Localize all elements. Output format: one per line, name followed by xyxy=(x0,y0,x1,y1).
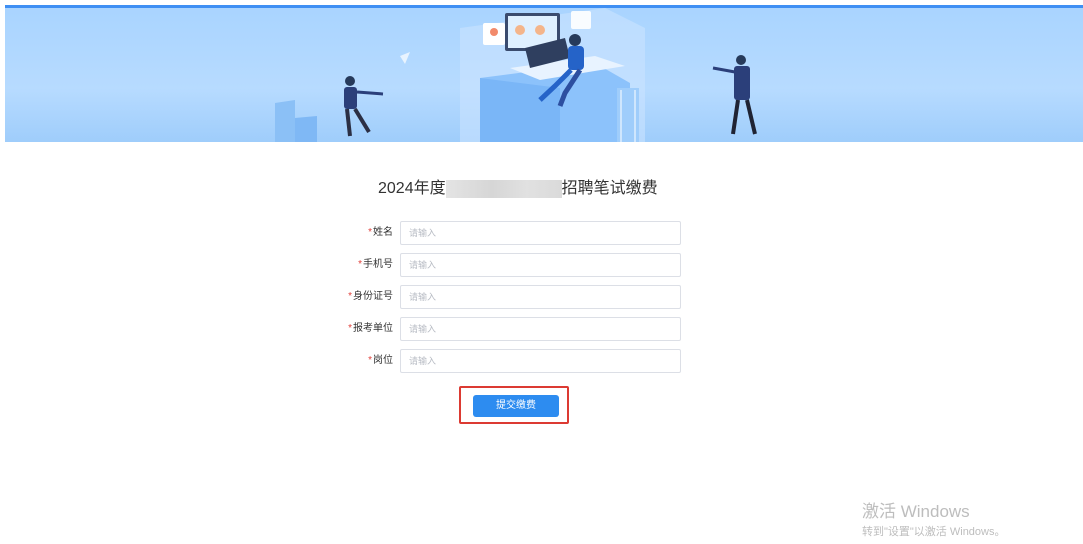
phone-input[interactable]: 请输入 xyxy=(400,253,681,277)
field-label-name: *姓名 xyxy=(368,221,393,245)
form-row-phone: *手机号 请输入 xyxy=(330,253,690,277)
unit-input[interactable]: 请输入 xyxy=(400,317,681,341)
required-mark: * xyxy=(348,323,352,334)
field-label-text: 姓名 xyxy=(373,227,393,238)
required-mark: * xyxy=(368,227,372,238)
form-row-position: *岗位 请输入 xyxy=(330,349,690,373)
field-label-text: 岗位 xyxy=(373,355,393,366)
field-label-text: 手机号 xyxy=(363,259,393,270)
form-row-name: *姓名 请输入 xyxy=(330,221,690,245)
form-row-unit: *报考单位 请输入 xyxy=(330,317,690,341)
required-mark: * xyxy=(358,259,362,270)
title-suffix: 招聘笔试缴费 xyxy=(561,180,658,197)
page-title: 2024年度 招聘笔试缴费 xyxy=(378,177,658,201)
watermark-line-1: 激活 Windows xyxy=(862,502,970,521)
required-mark: * xyxy=(348,291,352,302)
field-label-position: *岗位 xyxy=(368,349,393,373)
payment-form: *姓名 请输入 *手机号 请输入 *身份证号 请输入 *报考单位 请输入 *岗位… xyxy=(330,221,690,381)
field-label-text: 报考单位 xyxy=(353,323,393,334)
field-label-id-number: *身份证号 xyxy=(348,285,393,309)
title-prefix: 2024年度 xyxy=(378,180,446,197)
header-banner xyxy=(5,8,1083,142)
name-input[interactable]: 请输入 xyxy=(400,221,681,245)
submit-payment-button[interactable]: 提交缴费 xyxy=(473,395,559,417)
position-input[interactable]: 请输入 xyxy=(400,349,681,373)
field-label-phone: *手机号 xyxy=(358,253,393,277)
id-number-input[interactable]: 请输入 xyxy=(400,285,681,309)
required-mark: * xyxy=(368,355,372,366)
windows-activation-watermark: 激活 Windows 转到"设置"以激活 Windows。 xyxy=(862,502,1006,540)
field-label-text: 身份证号 xyxy=(353,291,393,302)
field-label-unit: *报考单位 xyxy=(348,317,393,341)
redacted-title-segment xyxy=(445,180,562,198)
watermark-line-2: 转到"设置"以激活 Windows。 xyxy=(862,526,1006,538)
form-row-id-number: *身份证号 请输入 xyxy=(330,285,690,309)
banner-illustration xyxy=(275,8,757,142)
